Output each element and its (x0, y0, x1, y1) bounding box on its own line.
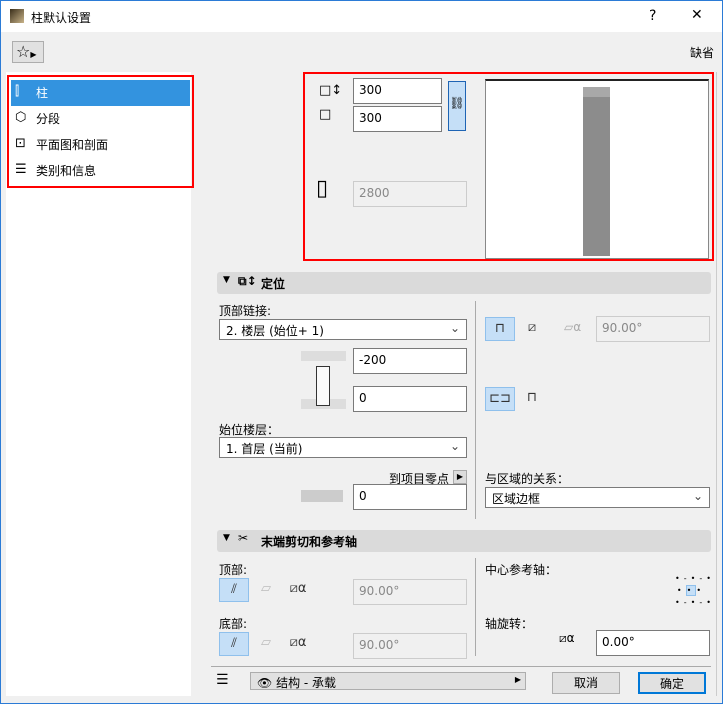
chevron-down-icon: ⌄ (449, 321, 460, 335)
project-zero-input[interactable]: 0 (353, 484, 467, 510)
width-input[interactable]: 300 (353, 78, 442, 104)
zone-outside-button[interactable]: ⊓ (517, 387, 547, 411)
top-cut-angle-input[interactable]: 90.00° (353, 579, 467, 605)
top-link-select[interactable]: 2. 楼层 (始位+ 1) ⌄ (219, 319, 467, 340)
zone-relation-label: 与区域的关系： (485, 472, 570, 486)
help-button[interactable]: ? (649, 8, 656, 24)
zone-relation-select[interactable]: 区域边框 ⌄ (485, 487, 710, 508)
anchor-point-grid[interactable]: •‑•‑• ••• •‑•‑• (675, 573, 711, 607)
slant-angle-input[interactable]: 90.00° (596, 316, 710, 342)
column-divider-2 (475, 558, 476, 656)
column-top (583, 87, 610, 97)
column-offset-illustration (301, 351, 346, 409)
vertical-column-button[interactable]: ⊓ (485, 317, 515, 341)
column-divider (475, 301, 476, 519)
section-end-cuts-header[interactable]: ▼ ✂ 末端剪切和参考轴 (217, 530, 711, 552)
layer-icon: ☰ (216, 672, 229, 688)
bottom-offset-input[interactable]: 0 (353, 386, 467, 412)
top-offset-input[interactable]: -200 (353, 348, 467, 374)
sidebar-item-column[interactable]: ⫿ 柱 (11, 80, 190, 106)
slant-angle-icon: ▱α (564, 320, 582, 334)
section-positioning-header[interactable]: ▼ ⧉↕ 定位 (217, 272, 711, 294)
top-cut-perpendicular-button[interactable]: ▱ (251, 578, 281, 602)
column-icon: ⫿ (15, 84, 20, 99)
bottom-cut-horizontal-button[interactable]: ⫽ (219, 632, 249, 656)
layer-select[interactable]: 👁 结构 - 承载 ▶ (250, 672, 526, 690)
chain-link-icon: ⛓ (449, 96, 465, 110)
project-zero-toggle[interactable]: ▶ (453, 470, 467, 484)
column-preview (485, 79, 709, 259)
home-story-label: 始位楼层： (219, 423, 280, 437)
bottom-cut-angle-button[interactable]: ⧄α (283, 632, 313, 656)
bottom-cut-label: 底部: (219, 617, 248, 631)
positioning-icon: ⧉↕ (238, 274, 257, 288)
favorites-button[interactable]: ☆▶ (12, 41, 44, 63)
chevron-down-icon: ⌄ (449, 439, 460, 453)
footer-divider (211, 666, 711, 667)
slanted-column-button[interactable]: ⧄ (517, 317, 547, 341)
height-icon: ▯ (316, 176, 329, 201)
zone-inside-button[interactable]: ⊏⊐ (485, 387, 515, 411)
depth-input[interactable]: 300 (353, 106, 442, 132)
rotation-input[interactable]: 0.00° (596, 630, 710, 656)
cube-icon: ⬡ (15, 110, 27, 125)
document-icon: ☰ (15, 162, 27, 177)
width-icon: □↕ (319, 83, 343, 98)
close-button[interactable]: ✕ (691, 7, 703, 23)
top-link-label: 顶部链接: (219, 304, 272, 318)
height-input[interactable]: 2800 (353, 181, 467, 207)
column-3d-shape (583, 91, 610, 256)
top-cut-horizontal-button[interactable]: ⫽ (219, 578, 249, 602)
sidebar-item-floor-plan[interactable]: ⊡ 平面图和剖面 (11, 132, 190, 158)
link-dimensions-button[interactable]: ⛓ (448, 81, 466, 131)
project-zero-icon (301, 490, 343, 502)
chevron-down-icon: ⌄ (692, 489, 703, 503)
plan-icon: ⊡ (15, 136, 26, 151)
window-title: 柱默认设置 (31, 11, 92, 25)
top-cut-label: 顶部: (219, 563, 248, 577)
sidebar-item-segments[interactable]: ⬡ 分段 (11, 106, 190, 132)
scissors-icon: ✂ (238, 531, 249, 545)
anchor-label: 中心参考轴： (485, 563, 558, 577)
default-label: 缺省 (690, 46, 715, 60)
star-icon: ☆ (16, 42, 31, 61)
rotation-icon: ⧄α (559, 631, 575, 645)
sidebar-item-classification[interactable]: ☰ 类别和信息 (11, 158, 190, 184)
bottom-cut-perpendicular-button[interactable]: ▱ (251, 632, 281, 656)
eye-icon: 👁 (257, 676, 273, 690)
ok-button[interactable]: 确定 (638, 672, 706, 694)
panel-divider (716, 72, 717, 696)
depth-icon: □ (319, 107, 332, 122)
top-cut-angle-button[interactable]: ⧄α (283, 578, 313, 602)
bottom-cut-angle-input[interactable]: 90.00° (353, 633, 467, 659)
app-icon (10, 9, 24, 23)
title-bar: 柱默认设置 ? ✕ (1, 1, 722, 32)
home-story-select[interactable]: 1. 首层 (当前) ⌄ (219, 437, 467, 458)
rotation-label: 轴旋转： (485, 617, 534, 631)
cancel-button[interactable]: 取消 (552, 672, 620, 694)
